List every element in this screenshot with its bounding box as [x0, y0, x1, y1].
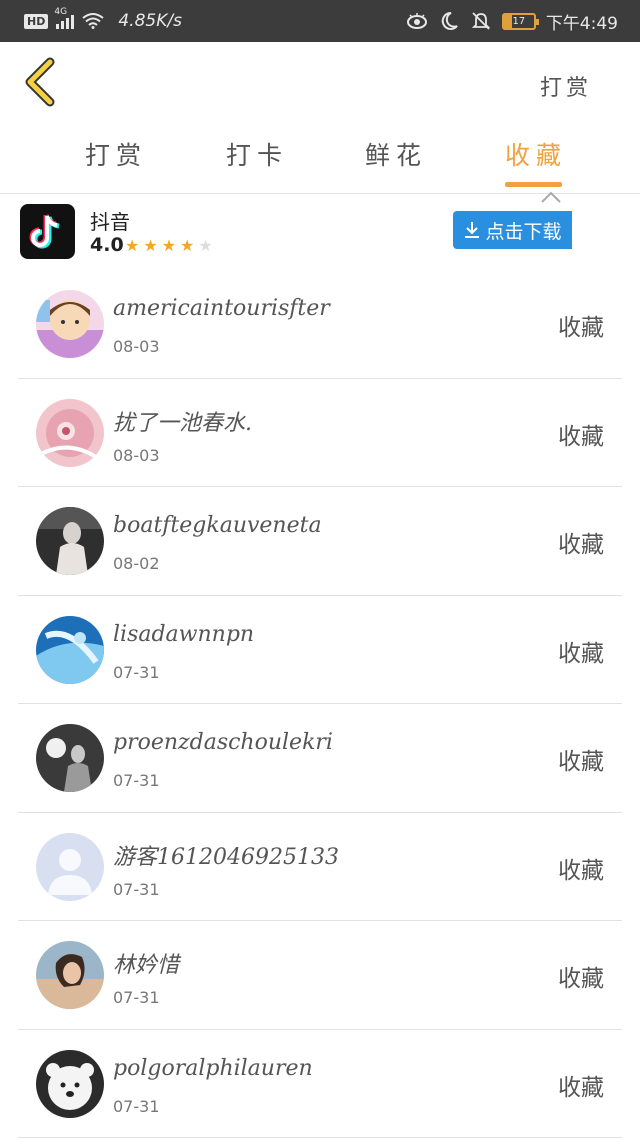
- tab-favorites[interactable]: 收藏: [505, 136, 567, 172]
- top-bar: 打赏: [0, 42, 640, 122]
- collapse-ad-icon[interactable]: [540, 190, 562, 204]
- active-tab-indicator: [505, 182, 562, 187]
- moon-icon: [441, 11, 458, 30]
- cellular-signal-icon: 4G: [54, 7, 75, 29]
- item-date: 08-02: [113, 554, 160, 573]
- user-name: 游客1612046925133: [113, 844, 339, 870]
- reward-link[interactable]: 打赏: [540, 70, 592, 102]
- avatar[interactable]: [36, 290, 104, 358]
- item-date: 08-03: [113, 445, 160, 465]
- list-item[interactable]: proenzdaschoulekri 07-31 收藏: [18, 704, 622, 813]
- status-left: HD 4G 4.85K/s: [24, 0, 182, 42]
- avatar[interactable]: [36, 1049, 104, 1118]
- list-item[interactable]: 林妗惜 07-31 收藏: [18, 921, 622, 1030]
- download-label: 点击下载: [485, 220, 562, 243]
- ad-banner[interactable]: 抖音 4.0 ★ ★ ★ ★ ★ 点击下载: [0, 191, 640, 266]
- clock: 下午4:49: [545, 13, 618, 34]
- user-name: 林妗惜: [113, 953, 180, 978]
- item-date: 07-31: [113, 879, 160, 899]
- star-icon: ★: [180, 236, 195, 255]
- ad-rating: 4.0: [90, 234, 124, 256]
- list-item[interactable]: boatftegkauveneta 08-02 收藏: [18, 487, 622, 596]
- tab-bar: 打赏 打卡 鲜花 收藏: [0, 122, 640, 194]
- avatar[interactable]: [36, 398, 104, 467]
- user-name: 扰了一池春水.: [113, 410, 252, 436]
- tab-reward[interactable]: 打赏: [85, 136, 147, 172]
- star-icon: ★: [125, 236, 140, 255]
- list-item[interactable]: 游客1612046925133 07-31 收藏: [18, 813, 622, 921]
- star-icon: ★: [161, 236, 177, 255]
- item-date: 07-31: [113, 988, 160, 1007]
- favorite-label: 收藏: [558, 423, 604, 450]
- avatar[interactable]: [36, 724, 104, 792]
- user-name: polgoralphilauren: [113, 1055, 313, 1081]
- user-name: boatftegkauveneta: [113, 513, 322, 538]
- favorite-label: 收藏: [558, 640, 604, 667]
- list-item[interactable]: americaintourisfter 08-03 收藏: [18, 270, 622, 379]
- avatar[interactable]: [36, 832, 104, 901]
- rating-stars: ★ ★ ★ ★ ★: [125, 236, 213, 255]
- tab-flowers[interactable]: 鲜花: [365, 136, 427, 172]
- favorite-label: 收藏: [558, 532, 604, 558]
- user-name: lisadawnnpn: [113, 621, 255, 647]
- bell-muted-icon: [471, 12, 490, 30]
- tab-checkin[interactable]: 打卡: [226, 136, 288, 172]
- item-date: 07-31: [113, 1096, 160, 1116]
- ad-app-name: 抖音: [90, 210, 130, 234]
- user-name: americaintourisfter: [113, 296, 330, 321]
- favorite-label: 收藏: [558, 966, 604, 992]
- list-item[interactable]: lisadawnnpn 07-31 收藏: [18, 596, 622, 704]
- avatar[interactable]: [36, 615, 104, 684]
- chevron-left-icon[interactable]: [20, 56, 64, 108]
- battery-level: 17: [512, 15, 526, 27]
- star-icon: ★: [198, 236, 213, 255]
- network-speed: 4.85K/s: [118, 11, 182, 31]
- network-type: 4G: [54, 7, 68, 17]
- hd-badge: HD: [24, 13, 49, 29]
- status-right: 17 下午4:49: [406, 0, 618, 42]
- favorite-label: 收藏: [558, 315, 604, 341]
- eye-icon: [406, 13, 427, 29]
- download-icon: [465, 222, 480, 238]
- list-item[interactable]: polgoralphilauren 07-31 收藏: [18, 1030, 622, 1138]
- douyin-logo-icon: [20, 204, 75, 259]
- wifi-icon: [82, 13, 104, 29]
- favorites-list: americaintourisfter 08-03 收藏 扰了一池春水. 08-…: [18, 270, 622, 1138]
- item-date: 07-31: [113, 771, 160, 790]
- list-item[interactable]: 扰了一池春水. 08-03 收藏: [18, 379, 622, 487]
- item-date: 07-31: [113, 662, 160, 682]
- favorite-label: 收藏: [558, 857, 604, 884]
- avatar[interactable]: [36, 941, 104, 1009]
- user-name: proenzdaschoulekri: [113, 730, 333, 755]
- status-bar: HD 4G 4.85K/s 17 下午4:49: [0, 0, 640, 42]
- favorite-label: 收藏: [558, 1074, 604, 1101]
- item-date: 08-03: [113, 337, 160, 356]
- avatar[interactable]: [36, 507, 104, 575]
- download-button[interactable]: 点击下载: [453, 211, 572, 249]
- battery-icon: 17: [501, 12, 539, 30]
- favorite-label: 收藏: [558, 749, 604, 775]
- star-icon: ★: [143, 236, 158, 255]
